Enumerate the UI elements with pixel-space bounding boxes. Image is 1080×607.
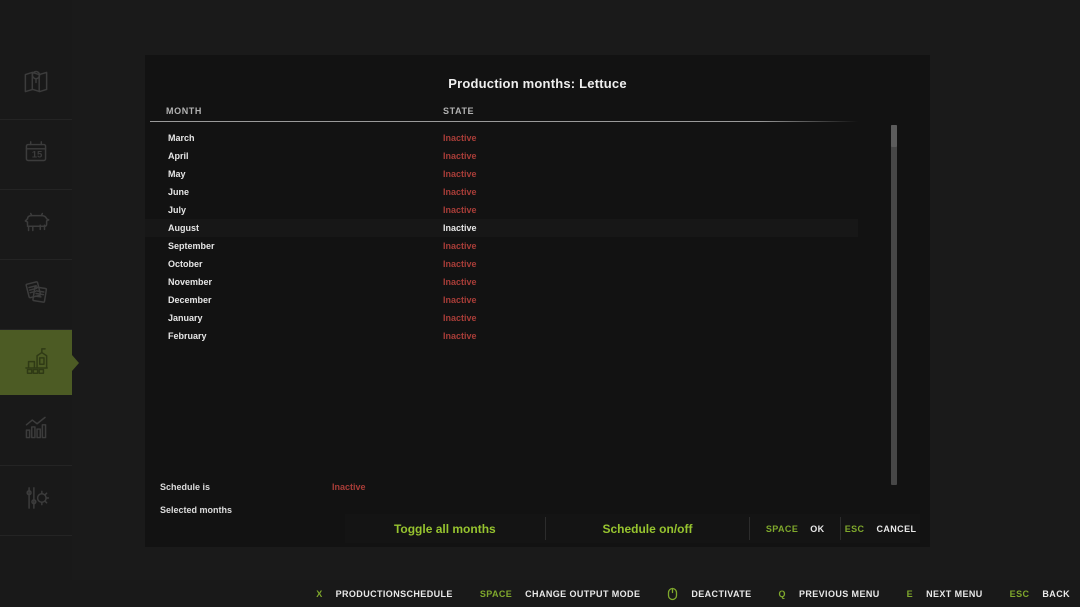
key-hint-x: X — [316, 589, 322, 599]
schedule-status-label: Schedule is — [160, 482, 332, 492]
key-hint-esc: ESC — [1010, 589, 1030, 599]
statistics-icon — [19, 411, 53, 450]
month-label: February — [168, 331, 443, 341]
toggle-all-months-label: Toggle all months — [394, 522, 496, 536]
sidebar: 15 — [0, 0, 72, 607]
state-value: Inactive — [443, 331, 477, 341]
state-value: Inactive — [443, 313, 477, 323]
cancel-button[interactable]: ESC CANCEL — [841, 514, 920, 543]
sidebar-item-production[interactable] — [0, 330, 72, 395]
hotkey-label: CHANGE OUTPUT MODE — [525, 589, 640, 599]
cancel-key-hint: ESC — [845, 524, 865, 534]
hotkey-label: BACK — [1042, 589, 1070, 599]
month-label: May — [168, 169, 443, 179]
scrollbar-thumb[interactable] — [891, 125, 897, 147]
state-value: Inactive — [443, 277, 477, 287]
state-value: Inactive — [443, 241, 477, 251]
month-label: July — [168, 205, 443, 215]
hotkey-bar: X PRODUCTIONSCHEDULE SPACE CHANGE OUTPUT… — [0, 580, 1080, 607]
months-table: MarchInactive AprilInactive MayInactive … — [145, 129, 858, 345]
table-row-selected[interactable]: AugustInactive — [145, 219, 858, 237]
key-hint-q: Q — [779, 589, 786, 599]
sidebar-item-calendar[interactable]: 15 — [0, 120, 72, 190]
table-row[interactable]: SeptemberInactive — [145, 237, 858, 255]
hotkey-previous-menu[interactable]: Q PREVIOUS MENU — [779, 589, 880, 599]
hotkey-label: PREVIOUS MENU — [799, 589, 880, 599]
calendar-icon: 15 — [19, 135, 53, 174]
key-hint-e: E — [907, 589, 913, 599]
month-label: April — [168, 151, 443, 161]
production-icon — [19, 343, 53, 382]
sidebar-item-settings[interactable] — [0, 466, 72, 536]
hotkey-back[interactable]: ESC BACK — [1010, 589, 1070, 599]
hotkey-label: NEXT MENU — [926, 589, 983, 599]
production-months-panel: Production months: Lettuce MONTH STATE M… — [145, 55, 930, 547]
table-row[interactable]: DecemberInactive — [145, 291, 858, 309]
state-value: Inactive — [443, 169, 477, 179]
mouse-icon — [667, 587, 678, 601]
key-hint-space: SPACE — [480, 589, 512, 599]
page-title: Production months: Lettuce — [145, 76, 930, 91]
animals-icon — [19, 205, 53, 244]
state-value: Inactive — [443, 151, 477, 161]
state-value: Inactive — [443, 205, 477, 215]
hotkey-next-menu[interactable]: E NEXT MENU — [907, 589, 983, 599]
month-label: October — [168, 259, 443, 269]
map-icon — [19, 65, 53, 104]
table-row[interactable]: JanuaryInactive — [145, 309, 858, 327]
svg-text:15: 15 — [32, 149, 43, 160]
month-label: November — [168, 277, 443, 287]
month-label: March — [168, 133, 443, 143]
table-row[interactable]: JulyInactive — [145, 201, 858, 219]
sidebar-item-map[interactable] — [0, 50, 72, 120]
selected-months-label: Selected months — [160, 505, 332, 515]
header-divider — [150, 121, 858, 122]
month-label: September — [168, 241, 443, 251]
hotkey-change-output-mode[interactable]: SPACE CHANGE OUTPUT MODE — [480, 589, 641, 599]
table-scrollbar[interactable] — [891, 125, 897, 485]
production-months-screen: 15 — [0, 0, 1080, 607]
schedule-on-off-button[interactable]: Schedule on/off — [546, 514, 750, 543]
cancel-label: CANCEL — [876, 524, 916, 534]
selected-months-row: Selected months — [160, 505, 332, 515]
schedule-status-row: Schedule is Inactive — [160, 482, 366, 492]
table-row[interactable]: NovemberInactive — [145, 273, 858, 291]
schedule-status-value: Inactive — [332, 482, 366, 492]
hotkey-deactivate[interactable]: DEACTIVATE — [667, 587, 751, 601]
state-value: Inactive — [443, 133, 477, 143]
month-label: August — [168, 223, 443, 233]
table-row[interactable]: AprilInactive — [145, 147, 858, 165]
table-row[interactable]: OctoberInactive — [145, 255, 858, 273]
sidebar-item-contracts[interactable] — [0, 260, 72, 330]
table-row[interactable]: JuneInactive — [145, 183, 858, 201]
hotkey-productionschedule[interactable]: X PRODUCTIONSCHEDULE — [316, 589, 453, 599]
hotkey-label: PRODUCTIONSCHEDULE — [336, 589, 453, 599]
state-value: Inactive — [443, 187, 477, 197]
toggle-all-months-button[interactable]: Toggle all months — [345, 514, 545, 543]
schedule-on-off-label: Schedule on/off — [602, 522, 692, 536]
state-value: Inactive — [443, 259, 477, 269]
column-header-month: MONTH — [166, 106, 202, 116]
hotkey-label: DEACTIVATE — [691, 589, 751, 599]
ok-button[interactable]: SPACE OK — [750, 514, 840, 543]
table-row[interactable]: MayInactive — [145, 165, 858, 183]
ok-label: OK — [810, 524, 824, 534]
month-label: January — [168, 313, 443, 323]
contracts-icon — [19, 275, 53, 314]
ok-key-hint: SPACE — [766, 524, 798, 534]
month-label: December — [168, 295, 443, 305]
month-label: June — [168, 187, 443, 197]
table-row[interactable]: MarchInactive — [145, 129, 858, 147]
settings-icon — [19, 481, 53, 520]
table-row[interactable]: FebruaryInactive — [145, 327, 858, 345]
sidebar-item-animals[interactable] — [0, 190, 72, 260]
active-tab-notch — [72, 355, 79, 371]
column-header-state: STATE — [443, 106, 474, 116]
action-row: Toggle all months Schedule on/off SPACE … — [345, 514, 920, 543]
state-value: Inactive — [443, 295, 477, 305]
state-value: Inactive — [443, 223, 477, 233]
sidebar-item-statistics[interactable] — [0, 396, 72, 466]
